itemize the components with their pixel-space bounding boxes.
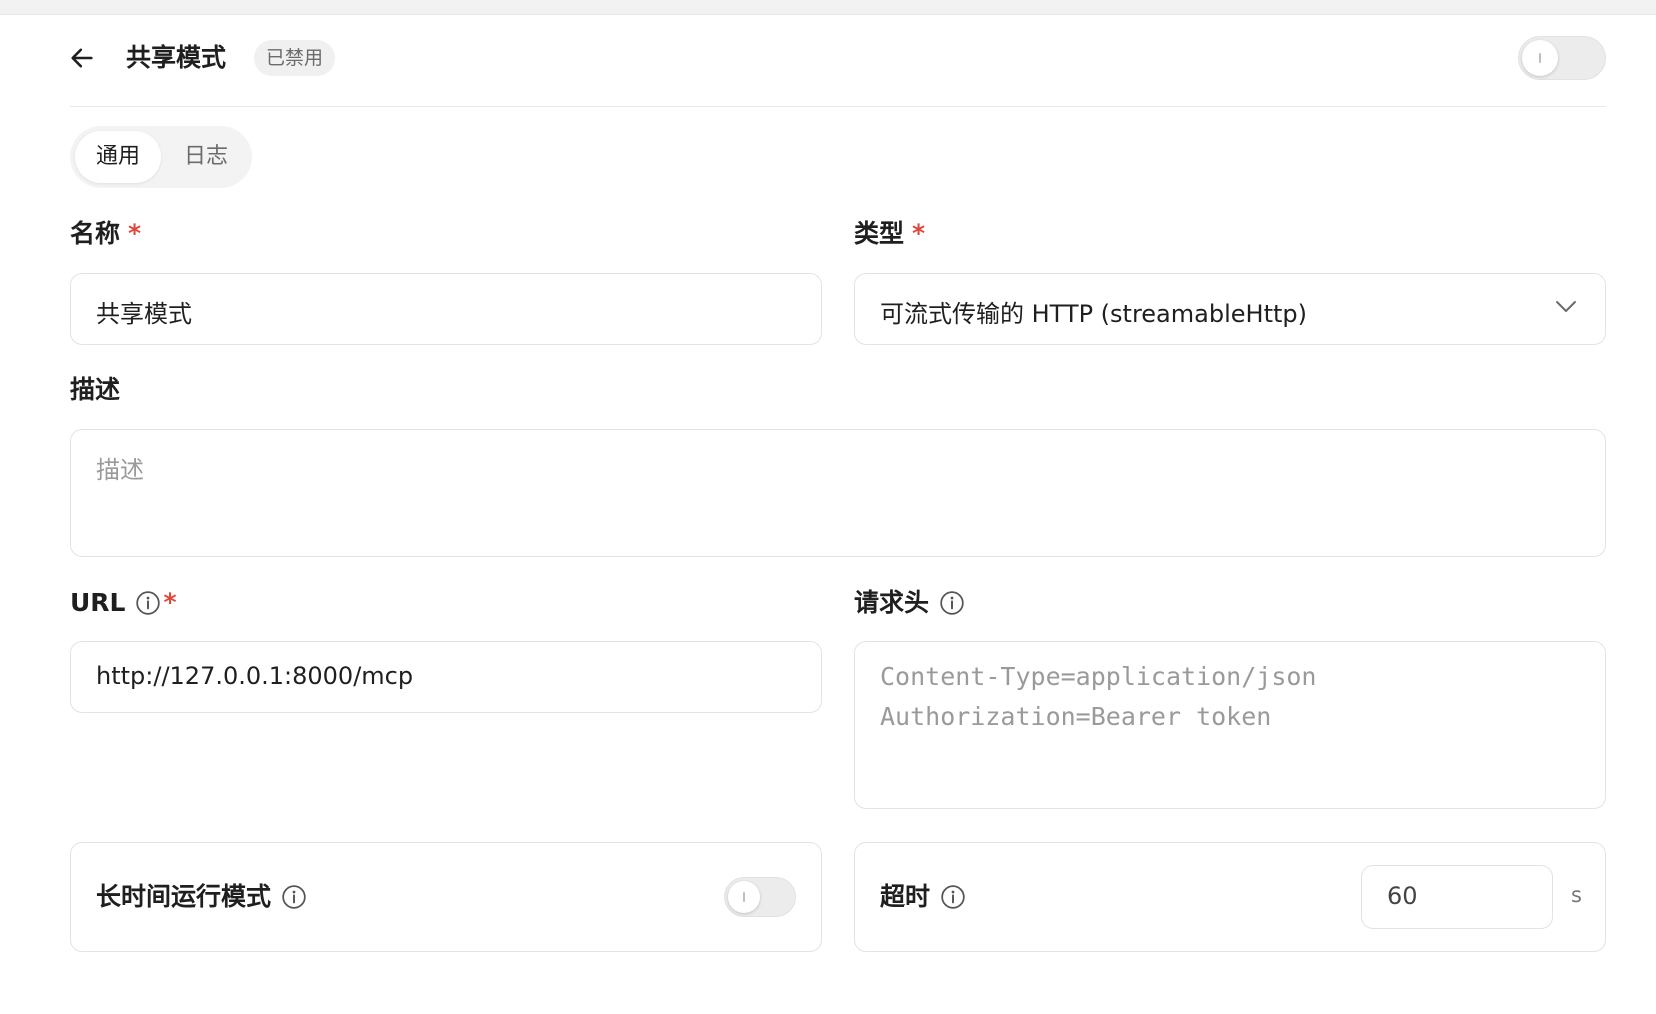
description-placeholder: 描述 bbox=[96, 456, 144, 484]
required-mark: * bbox=[128, 219, 142, 248]
info-icon[interactable] bbox=[939, 590, 965, 616]
tab-bar: 通用 日志 bbox=[70, 126, 252, 188]
long-running-card: 长时间运行模式 bbox=[70, 842, 822, 952]
timeout-card: 超时 60 s bbox=[854, 842, 1606, 952]
long-running-toggle[interactable] bbox=[724, 877, 796, 917]
enable-toggle[interactable] bbox=[1518, 36, 1606, 80]
long-running-label: 长时间运行模式 bbox=[96, 879, 307, 915]
arrow-left-icon bbox=[71, 48, 93, 68]
header-divider bbox=[70, 106, 1606, 107]
headers-placeholder-line2: Authorization=Bearer token bbox=[880, 702, 1272, 731]
timeout-label: 超时 bbox=[880, 879, 966, 915]
name-input-value: 共享模式 bbox=[96, 300, 192, 328]
back-button[interactable] bbox=[64, 40, 100, 76]
info-icon[interactable] bbox=[135, 590, 161, 616]
description-label-text: 描述 bbox=[70, 375, 121, 404]
url-input-value: http://127.0.0.1:8000/mcp bbox=[96, 662, 414, 690]
description-textarea[interactable]: 描述 bbox=[70, 429, 1606, 557]
tab-logs[interactable]: 日志 bbox=[166, 131, 246, 183]
timeout-input[interactable]: 60 bbox=[1361, 865, 1553, 929]
name-label-text: 名称 bbox=[70, 219, 121, 248]
required-mark: * bbox=[163, 588, 177, 617]
url-label-text: URL bbox=[70, 588, 126, 617]
info-icon[interactable] bbox=[940, 884, 966, 910]
timeout-unit: s bbox=[1571, 883, 1582, 907]
timeout-label-text: 超时 bbox=[880, 882, 931, 911]
headers-placeholder-line1: Content-Type=application/json bbox=[880, 662, 1317, 691]
url-label: URL * bbox=[70, 585, 177, 621]
headers-label: 请求头 bbox=[854, 585, 965, 621]
url-input[interactable]: http://127.0.0.1:8000/mcp bbox=[70, 641, 822, 713]
toggle-knob bbox=[728, 881, 760, 913]
page-title: 共享模式 bbox=[126, 43, 227, 72]
type-select-value: 可流式传输的 HTTP (streamableHttp) bbox=[880, 300, 1307, 328]
name-input[interactable]: 共享模式 bbox=[70, 273, 822, 345]
info-icon[interactable] bbox=[281, 884, 307, 910]
type-label: 类型 * bbox=[854, 216, 925, 252]
long-running-label-text: 长时间运行模式 bbox=[96, 882, 272, 911]
status-badge: 已禁用 bbox=[254, 40, 336, 76]
type-select[interactable]: 可流式传输的 HTTP (streamableHttp) bbox=[854, 273, 1606, 345]
type-label-text: 类型 bbox=[854, 219, 905, 248]
tab-general[interactable]: 通用 bbox=[75, 131, 161, 183]
name-label: 名称 * bbox=[70, 216, 141, 252]
headers-textarea[interactable]: Content-Type=application/json Authorizat… bbox=[854, 641, 1606, 809]
window-top-strip bbox=[0, 0, 1656, 15]
chevron-down-icon bbox=[1556, 301, 1576, 312]
required-mark: * bbox=[912, 219, 926, 248]
timeout-input-value: 60 bbox=[1387, 882, 1418, 910]
headers-label-text: 请求头 bbox=[854, 588, 930, 617]
description-label: 描述 bbox=[70, 372, 120, 408]
toggle-knob bbox=[1522, 40, 1558, 76]
